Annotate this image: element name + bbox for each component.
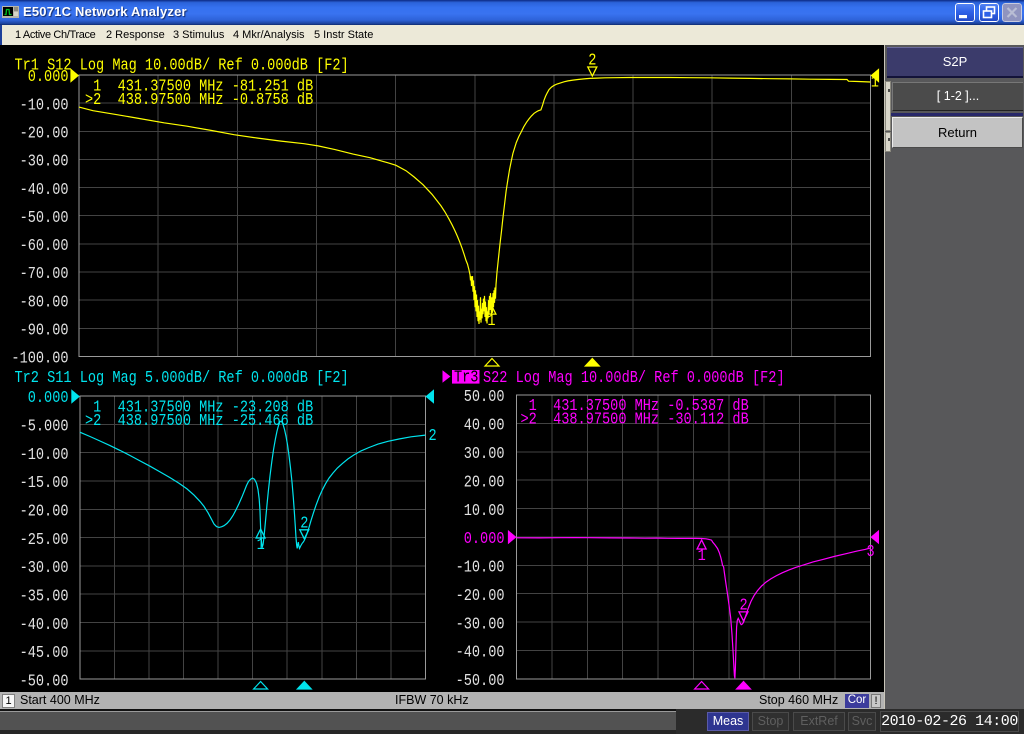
svg-text:50.00: 50.00 [464,387,505,407]
svg-text:-60.00: -60.00 [20,236,69,256]
svg-text:-40.00: -40.00 [20,179,69,199]
svg-text:S22 Log Mag 10.00dB/ Ref 0.000: S22 Log Mag 10.00dB/ Ref 0.000dB [F2] [483,368,785,388]
svg-text:-50.00: -50.00 [20,208,69,228]
svg-text:-20.00: -20.00 [456,586,505,606]
svg-text:20.00: 20.00 [464,472,505,492]
svg-text:Tr3: Tr3 [454,367,478,387]
svg-text:-50.00: -50.00 [456,671,505,691]
svg-text:>2 438.97500 MHz -0.8758 dB: >2 438.97500 MHz -0.8758 dB [85,90,313,110]
svg-text:1: 1 [257,535,265,555]
svg-text:-100.00: -100.00 [11,348,68,368]
svg-text:-20.00: -20.00 [20,123,69,143]
svg-text:-10.00: -10.00 [456,557,505,577]
svg-text:0.000: 0.000 [28,388,69,408]
svg-text:-30.00: -30.00 [20,151,69,171]
svg-text:1: 1 [698,546,706,566]
svg-text:-40.00: -40.00 [20,614,69,634]
svg-text:10.00: 10.00 [464,500,505,520]
svg-text:-30.00: -30.00 [456,614,505,634]
svg-text:-20.00: -20.00 [20,501,69,521]
svg-text:1: 1 [487,311,495,331]
svg-text:-10.00: -10.00 [20,444,69,464]
svg-text:-5.000: -5.000 [20,416,69,436]
svg-text:-15.00: -15.00 [20,473,69,493]
svg-text:3: 3 [867,542,875,562]
svg-text:-30.00: -30.00 [20,558,69,578]
svg-text:-70.00: -70.00 [20,264,69,284]
svg-text:>2 438.97500 MHz -30.112 dB: >2 438.97500 MHz -30.112 dB [521,409,749,429]
svg-text:-40.00: -40.00 [456,642,505,662]
svg-text:1: 1 [871,72,879,92]
svg-text:30.00: 30.00 [464,444,505,464]
svg-text:2: 2 [588,50,596,70]
svg-text:-25.00: -25.00 [20,529,69,549]
svg-text:0.000: 0.000 [464,529,505,549]
svg-text:0.000: 0.000 [28,67,69,87]
svg-text:>2 438.97500 MHz -25.466 dB: >2 438.97500 MHz -25.466 dB [85,411,313,431]
svg-text:-50.00: -50.00 [20,671,69,691]
svg-text:-10.00: -10.00 [20,95,69,115]
svg-text:Tr2 S11 Log Mag 5.000dB/ Ref 0: Tr2 S11 Log Mag 5.000dB/ Ref 0.000dB [F2… [15,368,349,388]
svg-text:2: 2 [740,595,748,615]
svg-text:-45.00: -45.00 [20,643,69,663]
svg-text:-90.00: -90.00 [20,320,69,340]
svg-text:-35.00: -35.00 [20,586,69,606]
svg-text:2: 2 [300,513,308,533]
svg-text:-80.00: -80.00 [20,292,69,312]
svg-text:40.00: 40.00 [464,415,505,435]
svg-text:2: 2 [429,426,437,446]
